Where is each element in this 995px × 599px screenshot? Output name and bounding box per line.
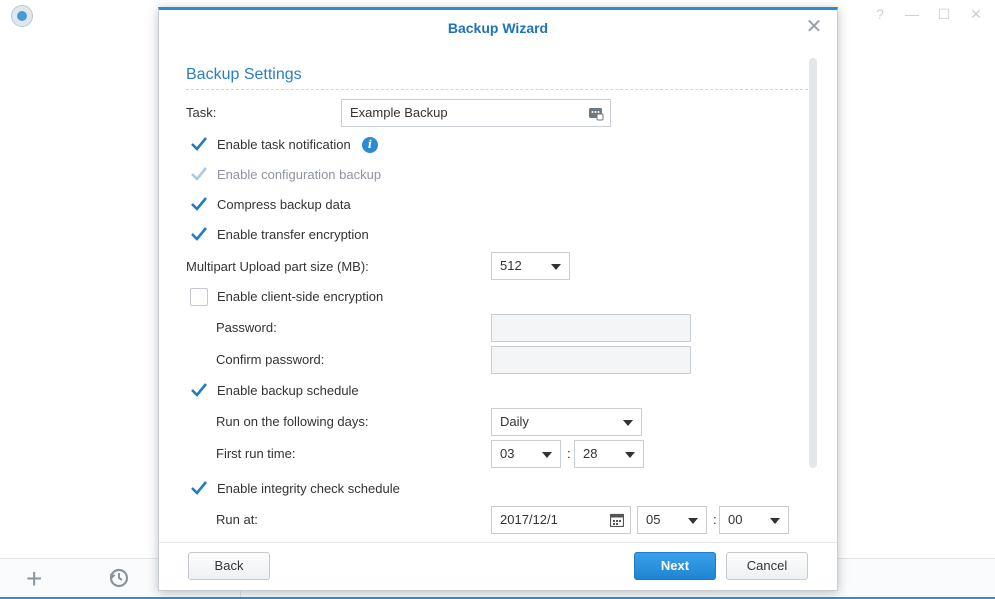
first-run-time-label: First run time:: [216, 446, 296, 461]
window-close-icon[interactable]: ✕: [967, 6, 985, 23]
maximize-icon[interactable]: ☐: [935, 6, 953, 23]
add-icon[interactable]: +: [26, 565, 42, 593]
chevron-down-icon: [542, 452, 552, 458]
chevron-down-icon: [551, 264, 561, 270]
run-days-select[interactable]: Daily: [491, 408, 642, 436]
run-at-hour-value: 05: [646, 512, 661, 527]
task-input[interactable]: Example Backup: [341, 99, 611, 127]
time-separator: :: [713, 512, 717, 527]
first-run-hour-select[interactable]: 03: [491, 440, 561, 468]
password-label: Password:: [216, 320, 277, 335]
first-run-minute-select[interactable]: 28: [574, 440, 644, 468]
task-menu-icon[interactable]: [588, 105, 604, 121]
chevron-down-icon: [623, 420, 633, 426]
cancel-button[interactable]: Cancel: [726, 552, 808, 580]
check-icon: [191, 383, 208, 397]
confirm-password-input[interactable]: [491, 346, 691, 374]
minimize-icon[interactable]: —: [903, 6, 921, 23]
transfer-encryption-checkbox[interactable]: [190, 225, 208, 243]
integrity-check-checkbox[interactable]: [190, 479, 208, 497]
config-backup-label: Enable configuration backup: [217, 167, 382, 182]
first-run-hour-value: 03: [500, 446, 515, 461]
footer-divider: [159, 542, 837, 543]
run-days-value: Daily: [500, 414, 529, 429]
run-at-date-input[interactable]: 2017/12/1: [491, 506, 631, 534]
config-backup-checkbox: [190, 165, 208, 183]
run-days-label: Run on the following days:: [216, 414, 369, 429]
multipart-label: Multipart Upload part size (MB):: [186, 259, 369, 274]
task-notification-checkbox[interactable]: [190, 135, 208, 153]
confirm-password-label: Confirm password:: [216, 352, 325, 367]
first-run-minute-value: 28: [583, 446, 598, 461]
run-at-label: Run at:: [216, 512, 258, 527]
client-encryption-label: Enable client-side encryption: [217, 289, 384, 304]
section-divider: [186, 89, 808, 90]
compress-checkbox[interactable]: [190, 195, 208, 213]
chevron-down-icon: [625, 452, 635, 458]
task-value: Example Backup: [350, 105, 448, 120]
check-icon: [191, 167, 208, 181]
task-label: Task:: [186, 105, 217, 120]
app-logo-icon: [11, 5, 33, 27]
section-title: Backup Settings: [186, 66, 302, 83]
check-icon: [191, 137, 208, 151]
multipart-size-value: 512: [500, 258, 522, 273]
window-controls: ? — ☐ ✕: [871, 6, 985, 23]
password-input[interactable]: [491, 314, 691, 342]
close-icon[interactable]: ✕: [805, 17, 823, 37]
scrollbar[interactable]: [809, 58, 817, 468]
info-icon[interactable]: i: [362, 137, 378, 153]
run-at-minute-select[interactable]: 00: [719, 506, 789, 534]
multipart-size-select[interactable]: 512: [491, 252, 570, 280]
run-at-minute-value: 00: [728, 512, 743, 527]
calendar-icon[interactable]: [610, 513, 624, 527]
chevron-down-icon: [770, 518, 780, 524]
check-icon: [191, 227, 208, 241]
history-icon[interactable]: [108, 567, 130, 589]
check-icon: [191, 481, 208, 495]
task-notification-label: Enable task notification: [217, 137, 351, 152]
help-icon[interactable]: ?: [871, 6, 889, 23]
transfer-encryption-label: Enable transfer encryption: [217, 227, 369, 242]
backup-schedule-label: Enable backup schedule: [217, 383, 359, 398]
check-icon: [191, 197, 208, 211]
compress-label: Compress backup data: [217, 197, 351, 212]
next-button[interactable]: Next: [634, 552, 716, 580]
run-at-hour-select[interactable]: 05: [637, 506, 707, 534]
integrity-check-label: Enable integrity check schedule: [217, 481, 400, 496]
backup-wizard-dialog: Backup Wizard ✕ Backup Settings Task: Ex…: [158, 7, 838, 591]
dialog-title: Backup Wizard: [447, 20, 549, 36]
chevron-down-icon: [688, 518, 698, 524]
backup-schedule-checkbox[interactable]: [190, 381, 208, 399]
client-encryption-checkbox[interactable]: [190, 288, 208, 306]
run-at-date-value: 2017/12/1: [500, 512, 558, 527]
back-button[interactable]: Back: [188, 552, 270, 580]
time-separator: :: [567, 446, 571, 461]
